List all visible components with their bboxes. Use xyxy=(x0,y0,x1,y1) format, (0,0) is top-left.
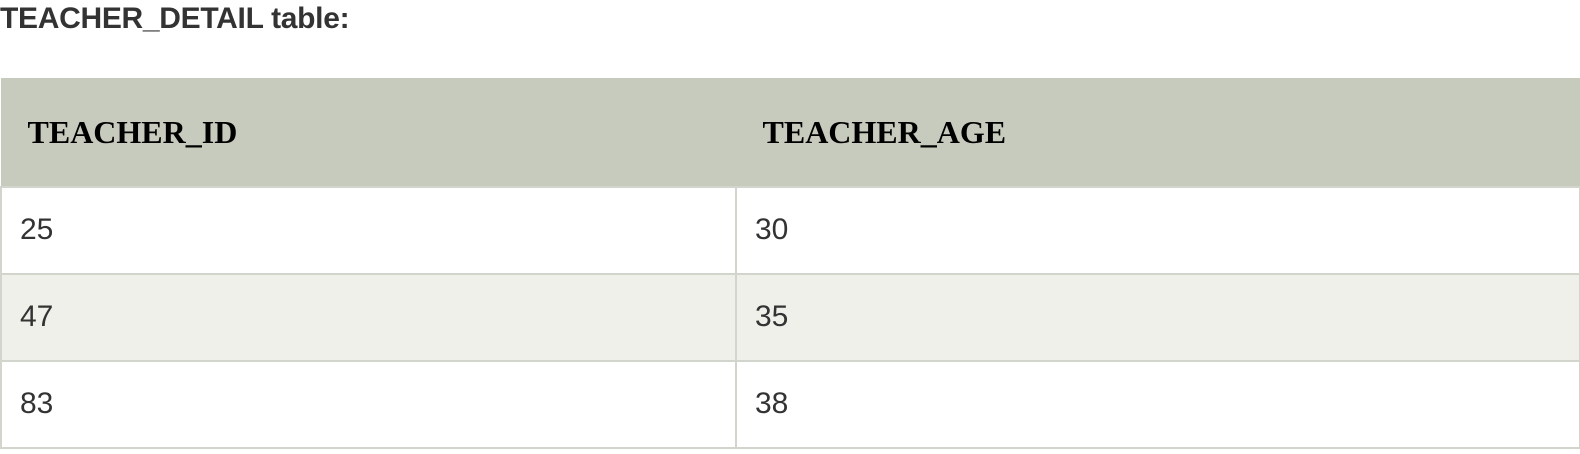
column-header-teacher-id: TEACHER_ID xyxy=(0,78,737,187)
table-row: 83 38 xyxy=(0,359,1580,449)
teacher-detail-table: TEACHER_ID TEACHER_AGE 25 30 47 35 83 38 xyxy=(0,78,1580,449)
cell-teacher-id: 47 xyxy=(0,272,737,362)
column-header-teacher-age: TEACHER_AGE xyxy=(735,78,1580,187)
table-row: 25 30 xyxy=(0,185,1580,275)
cell-teacher-id: 25 xyxy=(0,185,737,275)
cell-teacher-age: 35 xyxy=(735,272,1580,362)
table-row: 47 35 xyxy=(0,272,1580,362)
table-header-row: TEACHER_ID TEACHER_AGE xyxy=(0,78,1580,187)
cell-teacher-age: 38 xyxy=(735,359,1580,449)
cell-teacher-id: 83 xyxy=(0,359,737,449)
table-caption: TEACHER_DETAIL table: xyxy=(0,2,350,35)
cell-teacher-age: 30 xyxy=(735,185,1580,275)
